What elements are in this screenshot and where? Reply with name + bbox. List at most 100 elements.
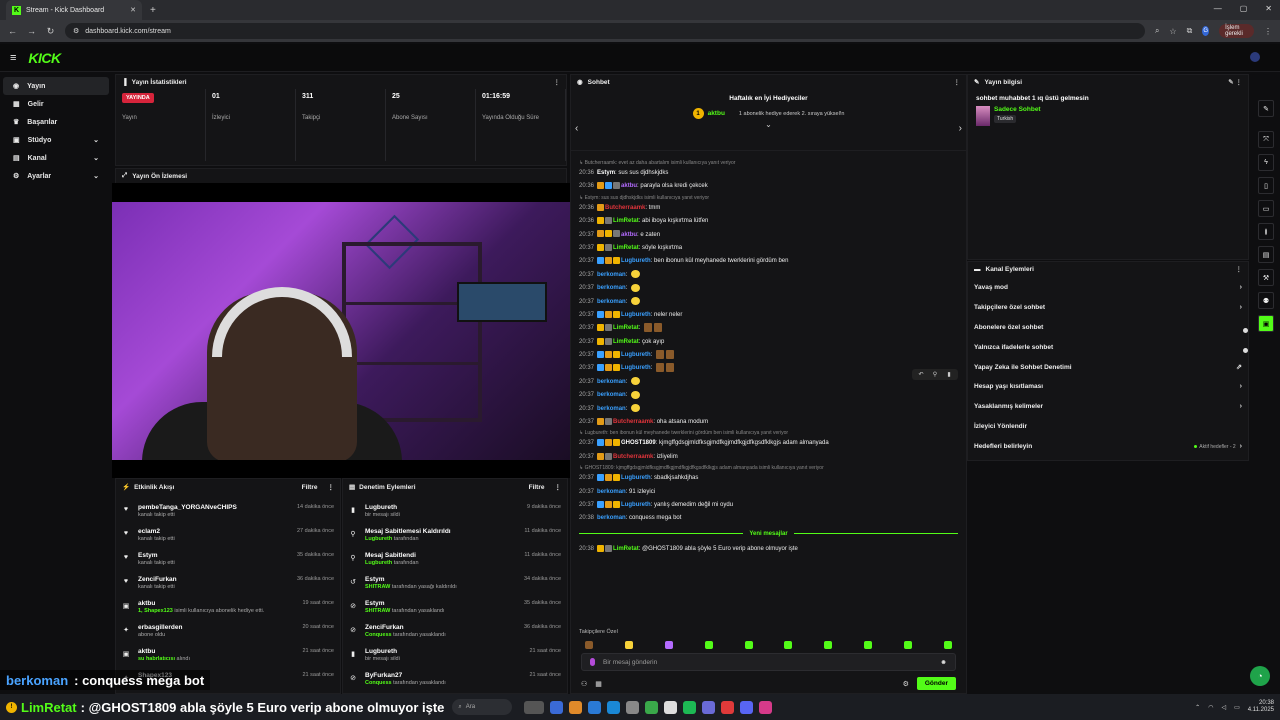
chat-message[interactable]: 20:38 LimRetat: @GHOST1809 abla şöyle 5 E… [579, 543, 958, 556]
taskbar-app-icon[interactable] [683, 700, 697, 714]
chat-message[interactable]: 20:38 berkoman: conquess mega bot [579, 512, 958, 525]
delete-icon[interactable]: ▮ [943, 371, 955, 378]
message-user[interactable]: berkoman [597, 272, 626, 278]
taskbar-app-icon[interactable] [524, 700, 545, 714]
forward-icon[interactable]: → [27, 26, 36, 36]
stream-info-edit-icon[interactable]: ✎ ⋮ [1228, 78, 1242, 86]
maximize-icon[interactable]: ▢ [1240, 4, 1248, 13]
user-avatar[interactable] [1250, 52, 1260, 62]
channel-action-item[interactable]: Abonelere özel sohbet [968, 318, 1248, 338]
fullscreen-icon[interactable]: ⤧ [1258, 131, 1274, 148]
message-user[interactable]: berkoman [597, 406, 626, 412]
message-user[interactable]: GHOST1809 [621, 440, 656, 446]
chat-message[interactable]: 20:36 Butcherraamk: tmm [579, 202, 958, 215]
chat-message[interactable]: 20:37 berkoman: [579, 403, 958, 416]
help-chat-icon[interactable]: ◔ [1250, 666, 1270, 686]
wifi-icon[interactable]: ◠ [1208, 704, 1213, 711]
emote-icon[interactable] [585, 641, 593, 649]
browser-tab[interactable]: K Stream - Kick Dashboard ✕ [6, 0, 142, 20]
chat-message[interactable]: 20:37 LimRetat: [579, 322, 958, 335]
taskbar-app-icon[interactable] [721, 700, 735, 714]
emote-icon[interactable] [904, 641, 912, 649]
chat-message[interactable]: 20:37 berkoman: 91 izleyici [579, 486, 958, 499]
message-user[interactable]: LimRetat [613, 245, 639, 251]
chat-message[interactable]: 20:37 berkoman: [579, 376, 958, 389]
taskbar-app-icon[interactable] [550, 700, 564, 714]
activity-filter-button[interactable]: Filtre [302, 484, 318, 491]
reload-icon[interactable]: ↻ [46, 26, 55, 37]
message-user[interactable]: Lugbureth [621, 352, 651, 358]
chat-message[interactable]: 20:37 Lugbureth: [579, 362, 958, 375]
chat-tools-icon[interactable]: ⚇ [581, 680, 587, 688]
hamburger-menu-icon[interactable]: ≡ [10, 52, 16, 64]
sidebar-item-stüdyo[interactable]: ▣ Stüdyo ⌄ [3, 131, 109, 149]
chat-message[interactable]: 20:37 aktbu: e zaten [579, 229, 958, 242]
moderation-filter-button[interactable]: Filtre [529, 484, 545, 491]
emote-icon[interactable] [824, 641, 833, 649]
chat-message[interactable]: 20:37 Lugbureth: neler neler [579, 309, 958, 322]
message-user[interactable]: Lugbureth [621, 502, 651, 508]
message-user[interactable]: berkoman [597, 285, 626, 291]
layout-icon[interactable]: ▤ [1258, 246, 1274, 263]
emoji-icon[interactable]: ☻ [940, 659, 947, 666]
message-user[interactable]: berkoman [597, 392, 626, 398]
chat-message[interactable]: 20:37 Lugbureth: [579, 349, 958, 362]
emote-icon[interactable] [744, 641, 753, 649]
channel-action-item[interactable]: Yavaş mod › [968, 278, 1248, 298]
message-user[interactable]: Butcherraamk [605, 205, 645, 211]
emote-icon[interactable] [664, 641, 673, 649]
edit-tool-icon[interactable]: ✎ [1258, 100, 1274, 117]
taskbar-app-icon[interactable] [645, 700, 659, 714]
taskbar-app-icon[interactable] [588, 700, 602, 714]
sidebar-item-kanal[interactable]: ▤ Kanal ⌄ [3, 149, 109, 167]
chat-message[interactable]: 20:37 berkoman: [579, 269, 958, 282]
sidebar-item-gelir[interactable]: ▦ Gelir [3, 95, 109, 113]
message-user[interactable]: Lugbureth [621, 312, 651, 318]
menu-dots-icon[interactable]: ⋮ [1264, 27, 1272, 36]
site-info-icon[interactable]: ⚙ [73, 27, 79, 35]
category-name[interactable]: Sadece Sohbet [994, 106, 1041, 113]
pin-icon[interactable]: ⚲ [929, 371, 941, 378]
channel-action-item[interactable]: Yasaklanmış kelimeler › [968, 397, 1248, 417]
chat-message[interactable]: 20:37 LimRetat: söyle kışkırtma [579, 242, 958, 255]
channel-action-item[interactable]: Takipçilere özel sohbet › [968, 298, 1248, 318]
chevron-right-icon[interactable]: › [1240, 304, 1242, 311]
green-tool-icon[interactable]: ▣ [1258, 315, 1274, 332]
emote-icon[interactable] [784, 641, 793, 649]
message-user[interactable]: Lugbureth [621, 365, 651, 371]
book-icon[interactable]: ▯ [1258, 177, 1274, 194]
message-user[interactable]: Lugbureth [621, 258, 651, 264]
url-bar[interactable]: ⚙ dashboard.kick.com/stream [64, 23, 1145, 39]
extensions-icon[interactable]: ⧉ [1187, 26, 1193, 36]
stats-menu-icon[interactable]: ⋮ [554, 78, 561, 86]
send-button[interactable]: Gönder [916, 677, 956, 690]
chat-message[interactable]: 20:36 LimRetat: abi iboya kışkırtma lütfe… [579, 215, 958, 228]
kick-logo[interactable]: KICK [28, 50, 61, 66]
profile-avatar[interactable]: G [1202, 26, 1210, 36]
chat-menu-icon[interactable]: ⋮ [954, 78, 961, 86]
chevron-right-icon[interactable]: › [1240, 284, 1242, 291]
minimize-icon[interactable]: — [1214, 4, 1222, 13]
wrench-icon[interactable]: ⚒ [1258, 269, 1274, 286]
chat-message[interactable]: 20:37 berkoman: [579, 282, 958, 295]
chat-settings-icon[interactable]: ⚙ [903, 680, 909, 688]
sidebar-item-yayın[interactable]: ◉ Yayın [3, 77, 109, 95]
paused-badge[interactable]: İşlem gerekli [1219, 24, 1254, 38]
reply-icon[interactable]: ↶ [915, 371, 927, 378]
channel-action-item[interactable]: İzleyici Yönlendir [968, 417, 1248, 437]
message-user[interactable]: Butcherraamk [613, 454, 653, 460]
chevron-right-icon[interactable]: › [1240, 403, 1242, 410]
emote-icon[interactable] [704, 641, 713, 649]
channel-action-item[interactable]: Yalnızca ifadelerle sohbet [968, 337, 1248, 357]
message-user[interactable]: LimRetat [613, 218, 639, 224]
collapse-chevron-icon[interactable]: ⌄ [571, 120, 966, 129]
chat-message[interactable]: 20:37 Butcherraamk: izliyelim [579, 451, 958, 464]
taskbar-search[interactable]: ⌕ Ara [452, 699, 513, 715]
taskbar-app-icon[interactable] [607, 700, 621, 714]
back-icon[interactable]: ← [8, 26, 17, 36]
message-user[interactable]: berkoman [597, 515, 626, 521]
message-user[interactable]: berkoman [597, 379, 626, 385]
bolt-tool-icon[interactable]: ϟ [1258, 154, 1274, 171]
volume-icon[interactable]: ◁ [1221, 704, 1226, 711]
sidebar-item-başarılar[interactable]: ♛ Başarılar [3, 113, 109, 131]
